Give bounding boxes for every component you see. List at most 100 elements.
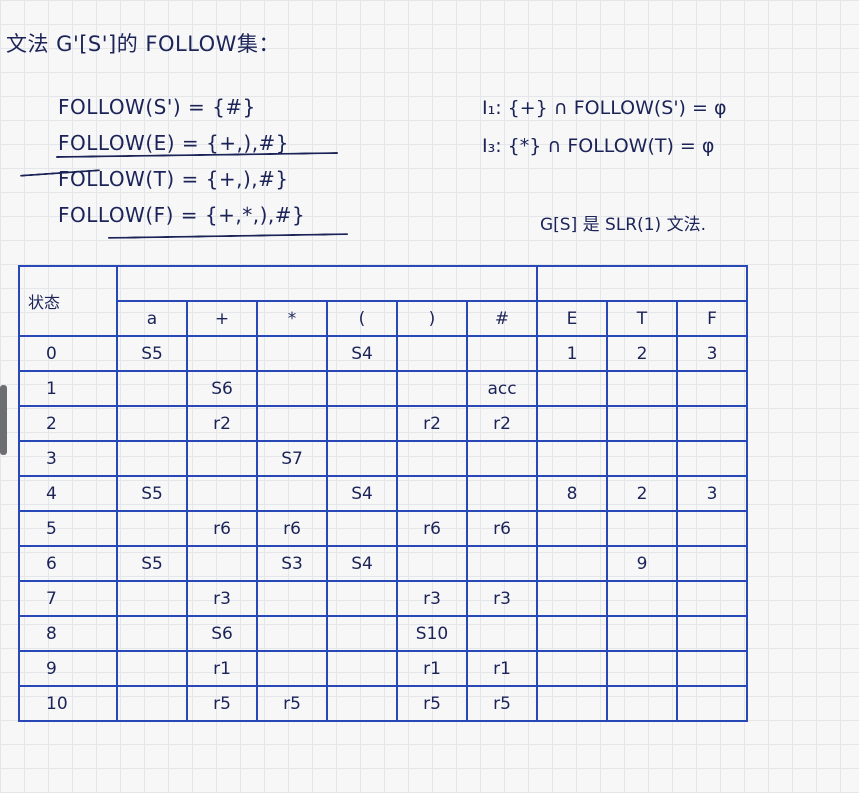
state-cell: 6 [18,545,118,582]
table-cell [116,615,188,652]
table-cell [606,650,678,687]
table-row: 9 r1 r1 r1 [18,650,748,687]
table-cell [466,335,538,372]
table-row: 3 S7 [18,440,748,477]
conclusion-text: G[S] 是 SLR(1) 文法. [540,215,706,235]
table-cell [536,370,608,407]
table-cell [676,685,748,722]
table-cell [676,650,748,687]
state-cell: 7 [18,580,118,617]
follow-set-f: FOLLOW(F) = {+,*,),#} [58,203,306,227]
column-header: ) [396,300,468,337]
table-cell [536,440,608,477]
table-cell [536,650,608,687]
table-cell: 1 [536,335,608,372]
slr-parsing-table: 状态 a + *() # E T F 0 S5 S4 1 2 3 1 S6 acc 2 r2 r2 r2 3 S7 4 S5… [18,265,748,722]
state-cell: 0 [18,335,118,372]
table-cell [536,580,608,617]
table-cell [606,405,678,442]
table-cell [536,510,608,547]
table-cell: S4 [326,545,398,582]
table-cell [256,335,328,372]
state-cell: 8 [18,615,118,652]
table-cell: S5 [116,475,188,512]
table-cell: S4 [326,335,398,372]
table-cell [116,370,188,407]
table-cell [676,580,748,617]
follow-set-e: FOLLOW(E) = {+,),#} [58,131,290,155]
table-cell [396,440,468,477]
table-cell [606,580,678,617]
table-cell: r5 [186,685,258,722]
table-cell [256,615,328,652]
table-cell: 2 [606,475,678,512]
table-cell [116,685,188,722]
scrollbar-thumb[interactable] [0,385,7,455]
table-cell: S7 [256,440,328,477]
table-cell [396,545,468,582]
table-cell: S6 [186,370,258,407]
page-title: 文法 G'[S']的 FOLLOW集： [6,32,280,56]
state-cell: 2 [18,405,118,442]
state-cell: 5 [18,510,118,547]
table-cell [606,685,678,722]
table-cell [606,615,678,652]
table-cell: r6 [466,510,538,547]
state-cell: 1 [18,370,118,407]
table-cell [326,650,398,687]
column-header: a [116,300,188,337]
table-cell [676,370,748,407]
table-cell [256,650,328,687]
table-cell [676,615,748,652]
table-cell: r3 [466,580,538,617]
table-cell: 3 [676,475,748,512]
table-cell [186,475,258,512]
column-header: ( [326,300,398,337]
state-cell: 4 [18,475,118,512]
column-header: + [186,300,258,337]
table-cell [116,580,188,617]
table-cell: 9 [606,545,678,582]
table-cell: r3 [396,580,468,617]
table-cell [326,615,398,652]
table-cell [326,405,398,442]
table-cell [396,370,468,407]
table-cell: S10 [396,615,468,652]
table-cell [466,615,538,652]
table-cell: S5 [116,545,188,582]
table-row: 8 S6 S10 [18,615,748,652]
column-header: # [466,300,538,337]
table-header-top: 状态 [18,265,748,337]
table-cell [186,545,258,582]
table-row: 5 r6 r6 r6 r6 [18,510,748,547]
table-cell [186,440,258,477]
table-cell [676,545,748,582]
table-cell [396,475,468,512]
table-row: 7 r3 r3 r3 [18,580,748,617]
table-cell: r5 [256,685,328,722]
table-cell: r2 [396,405,468,442]
conflict-check-i1: I₁: {+} ∩ FOLLOW(S') = φ [482,97,727,119]
table-cell [326,440,398,477]
state-cell: 10 [18,685,118,722]
table-cell: acc [466,370,538,407]
table-row: 0 S5 S4 1 2 3 [18,335,748,372]
table-cell [536,615,608,652]
table-row: 10 r5 r5 r5 r5 [18,685,748,722]
goto-group-header [536,265,748,302]
table-cell [256,475,328,512]
table-cell [676,405,748,442]
state-cell: 9 [18,650,118,687]
table-cell: r6 [256,510,328,547]
table-row: 6 S5 S3 S4 9 [18,545,748,582]
table-cell [326,685,398,722]
table-cell [536,545,608,582]
column-header: E [536,300,608,337]
table-cell: S4 [326,475,398,512]
table-cell [326,370,398,407]
table-cell: r6 [186,510,258,547]
table-cell [326,580,398,617]
table-cell: S3 [256,545,328,582]
table-cell: 2 [606,335,678,372]
table-cell [536,405,608,442]
